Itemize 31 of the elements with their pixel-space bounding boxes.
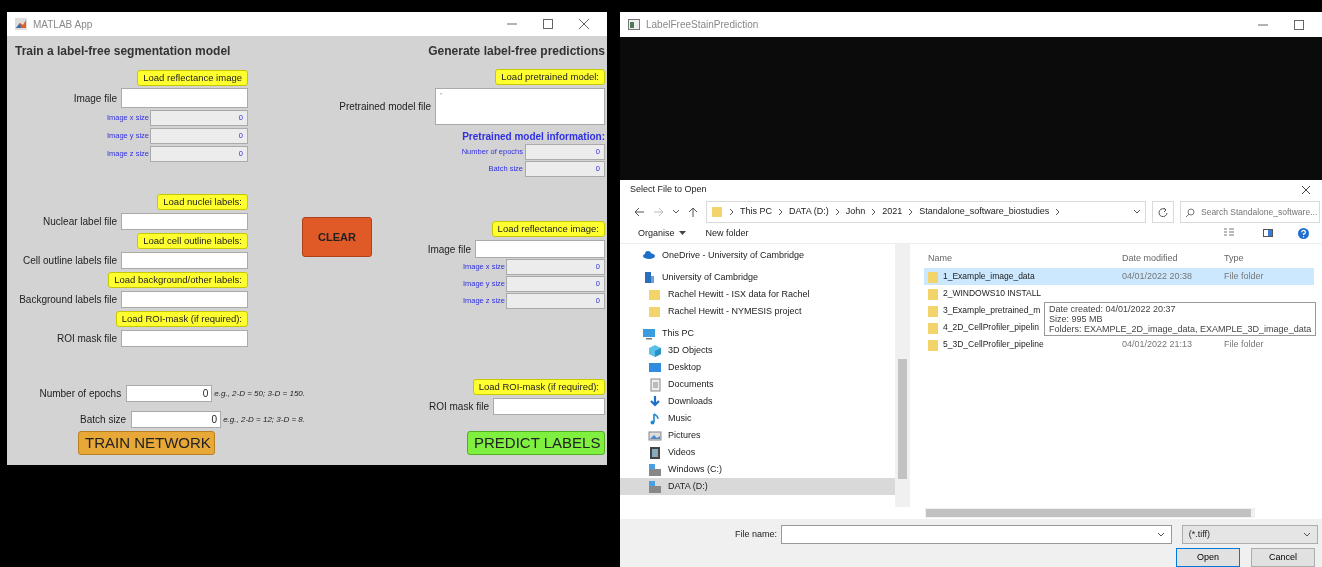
file-name: 4_2D_CellProfiler_pipelin <box>943 321 1039 335</box>
file-name: 1_Example_image_data <box>943 270 1035 284</box>
file-type: File folder <box>1224 338 1264 352</box>
field-label: Cell outline labels file <box>23 254 117 268</box>
field-label: Pretrained model file <box>339 100 431 114</box>
field-label: Image file <box>73 91 117 106</box>
section-title: Train a label-free segmentation model <box>15 43 232 60</box>
dialog-title: Select File to Open <box>630 183 708 197</box>
hint-text: e.g., 2-D = 12; 3-D = 8. <box>223 413 305 426</box>
window-title: MATLAB App <box>33 17 93 32</box>
field-label: Number of epochs <box>38 387 123 401</box>
tooltip-line: Folders: EXAMPLE_2D_image_data, EXAMPLE_3D_image_data <box>1049 324 1312 335</box>
file-date: 04/01/2022 20:38 <box>1122 270 1194 284</box>
tooltip-line: Date created: 04/01/2022 20:37 <box>1049 304 1177 315</box>
field-label: Batch size <box>79 413 128 427</box>
file-name: 2_WINDOWS10 INSTALL <box>943 287 1042 301</box>
field-label: Image file <box>427 242 471 257</box>
info-title: Pretrained model information: <box>462 130 605 144</box>
file-name: 3_Example_pretrained_m <box>943 304 1041 318</box>
tooltip-line: Size: 995 MB <box>1049 314 1104 325</box>
field-label: ROI mask file <box>429 400 489 414</box>
field-label: Background labels file <box>19 293 117 307</box>
field-label: ROI mask file <box>57 332 117 346</box>
file-type: File folder <box>1224 270 1264 284</box>
file-date: 04/01/2022 21:13 <box>1122 338 1194 352</box>
field-label: Nuclear label file <box>43 215 117 229</box>
field-label: File name: <box>735 527 778 541</box>
file-name: 5_3D_CellProfiler_pipeline <box>943 338 1044 352</box>
window-title: LabelFreeStainPrediction <box>646 18 759 32</box>
hint-text: e.g., 2-D = 50; 3-D = 150. <box>214 387 305 400</box>
section-title: Generate label-free predictions <box>428 43 605 60</box>
